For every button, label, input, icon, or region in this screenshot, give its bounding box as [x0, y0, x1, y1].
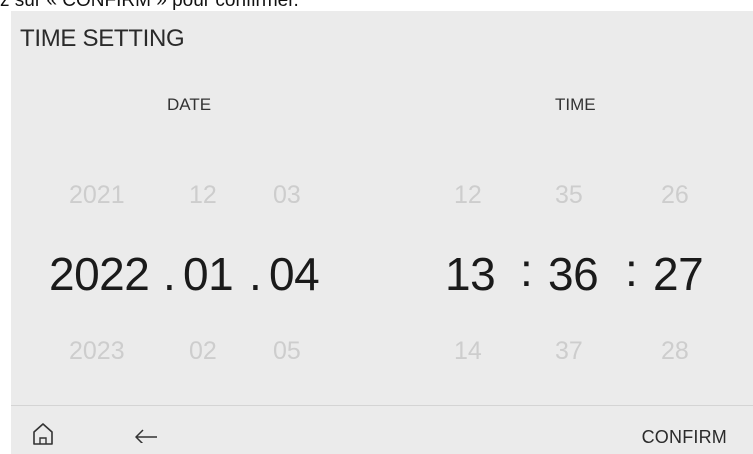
year-prev[interactable]: 2021 — [69, 181, 125, 210]
day-prev[interactable]: 03 — [273, 181, 301, 210]
instruction-caption: z sur « CONFIRM » pour confirmer. — [0, 0, 299, 11]
footer-divider — [11, 405, 753, 406]
time-setting-panel: TIME SETTING DATE TIME 2021 12 03 2022 .… — [11, 11, 753, 454]
month-next[interactable]: 02 — [189, 337, 217, 366]
time-separator: : — [520, 244, 533, 296]
page-title: TIME SETTING — [20, 25, 185, 52]
minute-prev[interactable]: 35 — [555, 181, 583, 210]
month-prev[interactable]: 12 — [189, 181, 217, 210]
second-next[interactable]: 28 — [661, 337, 689, 366]
hour-next[interactable]: 14 — [454, 337, 482, 366]
hour-prev[interactable]: 12 — [454, 181, 482, 210]
home-button[interactable] — [26, 417, 60, 451]
second-current[interactable]: 27 — [653, 247, 704, 301]
month-current[interactable]: 01 — [183, 247, 234, 301]
date-separator: . — [249, 248, 262, 300]
day-next[interactable]: 05 — [273, 337, 301, 366]
day-current[interactable]: 04 — [269, 247, 320, 301]
back-button[interactable] — [129, 417, 163, 451]
time-separator: : — [625, 244, 638, 296]
second-prev[interactable]: 26 — [661, 181, 689, 210]
year-current[interactable]: 2022 — [49, 247, 150, 301]
date-separator: . — [163, 248, 176, 300]
confirm-button[interactable]: CONFIRM — [642, 427, 727, 448]
minute-next[interactable]: 37 — [555, 337, 583, 366]
hour-current[interactable]: 13 — [445, 247, 496, 301]
date-section-label: DATE — [167, 95, 212, 114]
time-section-label: TIME — [555, 95, 596, 114]
back-arrow-icon — [135, 429, 157, 443]
year-next[interactable]: 2023 — [69, 337, 125, 366]
minute-current[interactable]: 36 — [548, 247, 599, 301]
home-icon — [33, 423, 53, 445]
